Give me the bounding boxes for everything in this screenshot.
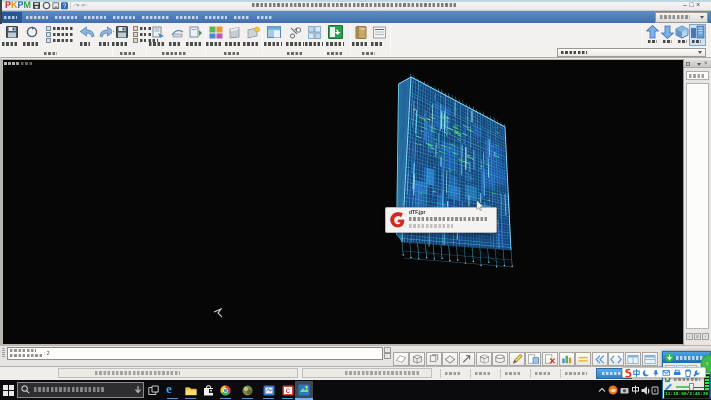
svg-text:C: C [286,388,291,395]
